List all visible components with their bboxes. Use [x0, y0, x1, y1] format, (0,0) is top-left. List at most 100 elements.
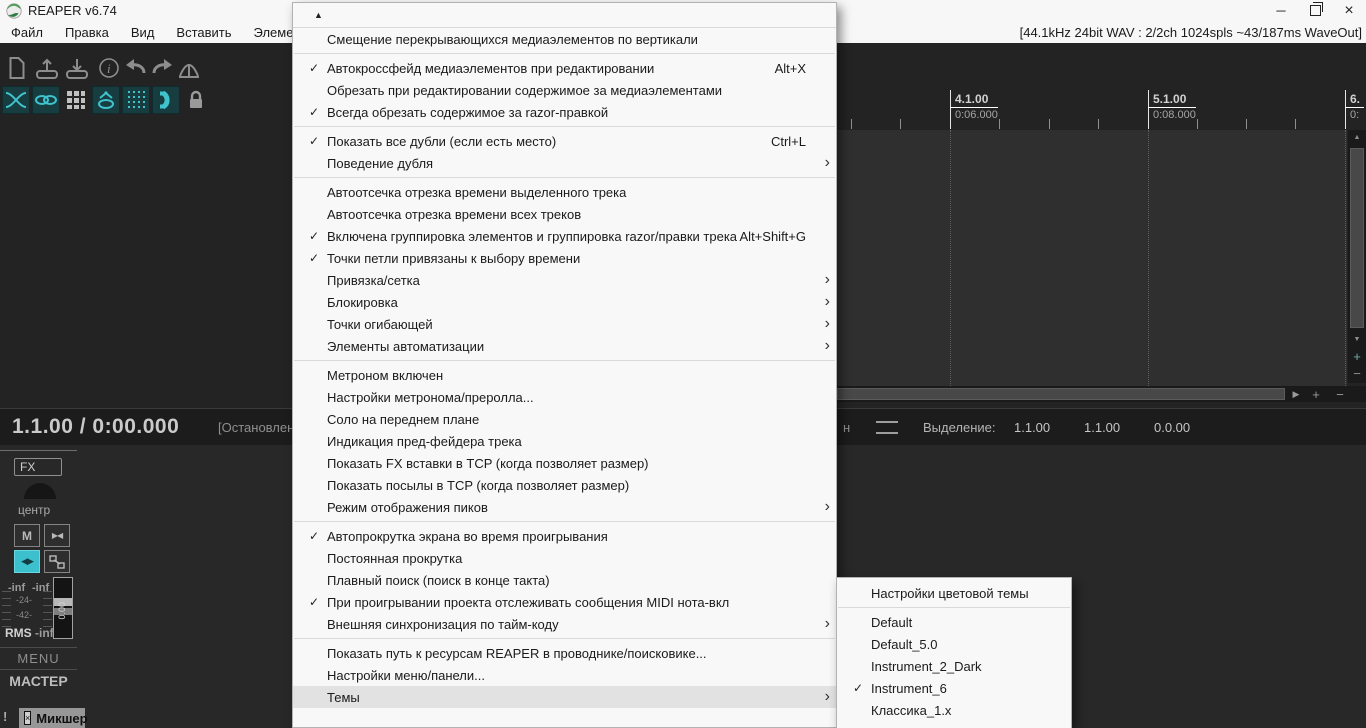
tab-close-icon[interactable]: ×	[24, 711, 32, 725]
vscroll-thumb[interactable]	[1350, 148, 1364, 328]
meter-scale-42: -42-	[16, 610, 33, 620]
submenu-item-instrument-6[interactable]: ✓ Instrument_6	[837, 677, 1071, 699]
lock-icon[interactable]	[182, 86, 210, 114]
new-project-icon[interactable]	[4, 54, 30, 82]
menu-view[interactable]: Вид	[120, 21, 166, 43]
menu-item-offset-overlapping[interactable]: Смещение перекрывающихся медиаэлементов …	[293, 28, 836, 50]
check-icon: ✓	[308, 61, 320, 75]
menu-item-show-resource-path[interactable]: Показать путь к ресурсам REAPER в провод…	[293, 642, 836, 664]
menu-item-envelope-points[interactable]: Точки огибающей ›	[293, 313, 836, 335]
close-button[interactable]: ×	[1332, 0, 1366, 21]
menu-item-automation-items[interactable]: Элементы автоматизации ›	[293, 335, 836, 357]
window-title: REAPER v6.74	[28, 3, 117, 18]
menu-item-show-fx-tcp[interactable]: Показать FX вставки в TCP (когда позволя…	[293, 452, 836, 474]
menu-item-themes[interactable]: Темы ›	[293, 686, 836, 708]
scroll-down-icon[interactable]: ▼	[1348, 332, 1366, 346]
project-info-icon[interactable]: i	[96, 54, 122, 82]
menu-scroll-up[interactable]: ▲	[293, 3, 836, 27]
playrate-slider[interactable]	[876, 421, 898, 423]
stereo-mode-button[interactable]: ◀▶	[14, 550, 40, 573]
fx-button[interactable]: FX	[14, 458, 62, 476]
submenu-item-default[interactable]: Default	[837, 611, 1071, 633]
submenu-arrow-icon: ›	[824, 615, 830, 632]
submenu-item-klassika[interactable]: Классика_1.x	[837, 699, 1071, 721]
submenu-item-theme-settings[interactable]: Настройки цветовой темы	[837, 582, 1071, 604]
menu-item-grouping-enabled[interactable]: ✓ Включена группировка элементов и группи…	[293, 225, 836, 247]
zoom-in-v-icon[interactable]: +	[1348, 349, 1366, 364]
routing-button[interactable]	[44, 550, 70, 573]
selection-end[interactable]: 1.1.00	[1084, 420, 1120, 435]
routing-icon	[49, 554, 65, 569]
play-position[interactable]: 1.1.00 / 0:00.000	[12, 415, 179, 439]
grid-line	[1345, 130, 1346, 386]
hscroll-thumb[interactable]	[837, 388, 1285, 400]
zoom-in-h-icon[interactable]: +	[1308, 386, 1324, 402]
selection-start[interactable]: 1.1.00	[1014, 420, 1050, 435]
menu-item-show-takes[interactable]: ✓ Показать все дубли (если есть место) Ctr…	[293, 130, 836, 152]
menu-item-midi-note-chase[interactable]: ✓ При проигрывании проекта отслеживать со…	[293, 591, 836, 613]
ruler-marker: 5.1.00 0:08.000	[1148, 92, 1196, 121]
master-meter[interactable]: 0.00	[53, 577, 73, 639]
mixer-tab[interactable]: × Микшер	[19, 708, 88, 728]
ripple-link-icon[interactable]	[32, 86, 60, 114]
scroll-right-icon[interactable]: ▶	[1288, 386, 1304, 402]
transport-status: [Остановлен	[218, 420, 295, 435]
selection-label: Выделение:	[923, 420, 996, 435]
restore-button[interactable]	[1298, 0, 1332, 21]
audio-device-status: [44.1kHz 24bit WAV : 2/2ch 1024spls ~43/…	[1019, 24, 1362, 40]
zoom-out-v-icon[interactable]: −	[1348, 366, 1366, 381]
menu-item-autocrossfade[interactable]: ✓ Автокроссфейд медиаэлементов при редакт…	[293, 57, 836, 79]
snap-grid-icon[interactable]	[122, 86, 150, 114]
zoom-out-h-icon[interactable]: −	[1332, 386, 1348, 402]
arrange-area[interactable]	[836, 130, 1347, 386]
metronome-icon[interactable]	[176, 54, 202, 82]
menu-item-solo-in-front[interactable]: Соло на переднем плане	[293, 408, 836, 430]
menu-item-smooth-seek[interactable]: Плавный поиск (поиск в конце такта)	[293, 569, 836, 591]
crossfade-toggle-icon[interactable]	[2, 86, 30, 114]
master-menu-button[interactable]: MENU	[0, 651, 77, 666]
check-icon: ✓	[308, 134, 320, 148]
themes-submenu-popup: Настройки цветовой темы Default Default_…	[836, 577, 1072, 728]
selection-length[interactable]: 0.0.00	[1154, 420, 1190, 435]
horizontal-scrollbar[interactable]: ▶ + −	[836, 386, 1366, 402]
menu-insert[interactable]: Вставить	[165, 21, 242, 43]
check-icon: ✓	[308, 105, 320, 119]
menu-item-metronome-settings[interactable]: Настройки метронома/преролла...	[293, 386, 836, 408]
menu-item-autopunch-all[interactable]: Автоотсечка отрезка времени всех треков	[293, 203, 836, 225]
menu-file[interactable]: Файл	[0, 21, 54, 43]
grid-dots-icon[interactable]	[62, 86, 90, 114]
menu-item-prefader-metering[interactable]: Индикация пред-фейдера трека	[293, 430, 836, 452]
menu-item-take-behavior[interactable]: Поведение дубля ›	[293, 152, 836, 174]
menu-item-metronome-enabled[interactable]: Метроном включен	[293, 364, 836, 386]
magnet-snap-icon[interactable]	[152, 86, 180, 114]
mono-button[interactable]: ▶◀	[44, 524, 70, 547]
undo-icon[interactable]	[122, 54, 148, 82]
minimize-button[interactable]: ─	[1264, 0, 1298, 21]
menu-edit[interactable]: Правка	[54, 21, 120, 43]
pan-knob[interactable]	[24, 483, 56, 499]
menu-item-continuous-scroll[interactable]: Постоянная прокрутка	[293, 547, 836, 569]
menu-item-trim-content[interactable]: Обрезать при редактировании содержимое з…	[293, 79, 836, 101]
save-project-icon[interactable]	[64, 54, 90, 82]
menu-item-peaks-display-mode[interactable]: Режим отображения пиков ›	[293, 496, 836, 518]
submenu-item-default-5[interactable]: Default_5.0	[837, 633, 1071, 655]
redo-icon[interactable]	[150, 54, 176, 82]
mute-button[interactable]: M	[14, 524, 40, 547]
menu-item-external-sync[interactable]: Внешняя синхронизация по тайм-коду ›	[293, 613, 836, 635]
menu-item-razor-trim[interactable]: ✓ Всегда обрезать содержимое за razor-пра…	[293, 101, 836, 123]
menu-item-loop-points-linked[interactable]: ✓ Точки петли привязаны к выбору времени	[293, 247, 836, 269]
menu-item-autoscroll[interactable]: ✓ Автопрокрутка экрана во время проигрыва…	[293, 525, 836, 547]
menu-item-customize-menus[interactable]: Настройки меню/панели...	[293, 664, 836, 686]
transport-status-fragment: н	[843, 420, 851, 435]
item-grouping-icon[interactable]	[92, 86, 120, 114]
playrate-slider[interactable]	[876, 432, 898, 434]
scroll-up-icon[interactable]: ▲	[1348, 130, 1366, 144]
menu-item-snap-grid[interactable]: Привязка/сетка ›	[293, 269, 836, 291]
submenu-item-instrument-2-dark[interactable]: Instrument_2_Dark	[837, 655, 1071, 677]
menu-item-autopunch-selected[interactable]: Автоотсечка отрезка времени выделенного …	[293, 181, 836, 203]
menu-item-locking[interactable]: Блокировка ›	[293, 291, 836, 313]
menu-item-show-sends-tcp[interactable]: Показать посылы в TCP (когда позволяет р…	[293, 474, 836, 496]
open-project-icon[interactable]	[34, 54, 60, 82]
vertical-scrollbar[interactable]: ▲ ▼	[1348, 130, 1366, 383]
submenu-arrow-icon: ›	[824, 337, 830, 354]
